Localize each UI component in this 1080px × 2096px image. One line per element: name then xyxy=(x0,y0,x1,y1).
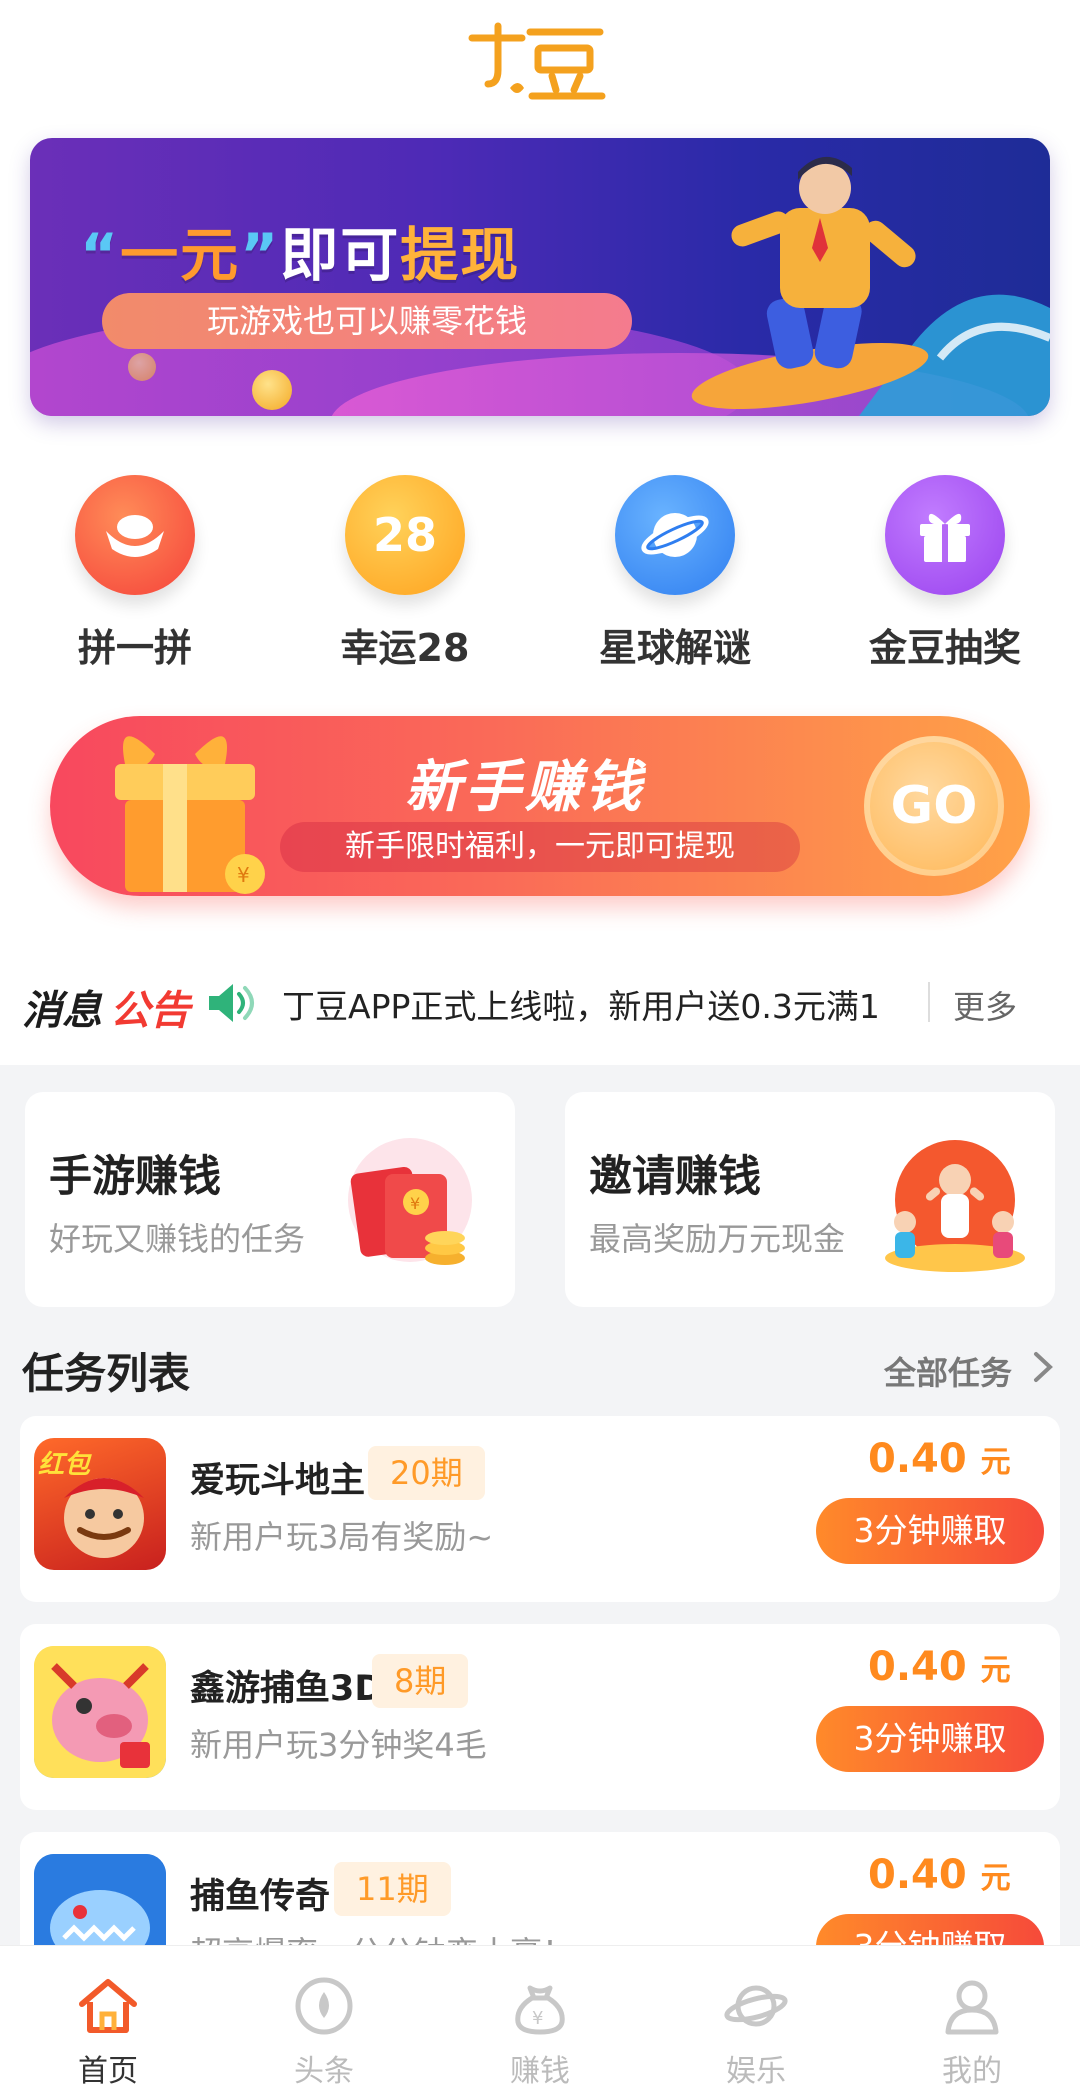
speaker-icon xyxy=(209,984,254,1022)
tab-label: 娱乐 xyxy=(726,2054,786,2089)
task-reward-amount: 0.40 xyxy=(868,1852,967,1898)
banner-subtitle: 玩游戏也可以赚零花钱 xyxy=(102,293,632,349)
earn-button[interactable]: 3分钟赚取 xyxy=(816,1498,1044,1564)
task-description: 新用户玩3局有奖励~ xyxy=(190,1518,494,1556)
tab-label: 赚钱 xyxy=(510,2054,570,2089)
feature-title: 手游赚钱 xyxy=(49,1152,221,1202)
task-reward-unit: 元 xyxy=(980,1445,1011,1480)
red-envelope-coins-icon: ¥ xyxy=(348,1138,472,1265)
task-name: 捕鱼传奇 xyxy=(190,1877,331,1917)
feature-title: 邀请赚钱 xyxy=(589,1152,761,1202)
banner-title: “一元”即可提现 xyxy=(80,208,520,292)
notice-label-part2: 公告 xyxy=(110,988,190,1034)
lucky28-badge: 28 xyxy=(372,508,437,562)
gift-box-icon: ¥ xyxy=(115,736,265,894)
go-button[interactable]: GO xyxy=(864,736,1004,876)
svg-text:¥: ¥ xyxy=(410,1194,420,1213)
chevron-right-icon[interactable] xyxy=(1032,1350,1054,1384)
svg-text:¥: ¥ xyxy=(237,863,250,887)
headline-icon xyxy=(295,1977,353,2035)
entry-label: 拼一拼 xyxy=(77,626,192,670)
user-icon xyxy=(945,1980,999,2035)
quick-entries: 拼一拼 28 幸运28 星球解谜 金豆抽奖 xyxy=(0,475,1080,685)
feature-card-invite-earn[interactable]: 邀请赚钱 最高奖励万元现金 xyxy=(565,1092,1055,1307)
task-reward: 0.40 元 xyxy=(868,1852,1011,1898)
ingot-icon xyxy=(75,475,195,595)
entry-label: 星球解谜 xyxy=(598,626,751,670)
tab-earn[interactable]: ¥ 赚钱 xyxy=(432,1946,648,2096)
task-reward: 0.40 元 xyxy=(868,1436,1011,1482)
all-tasks-link[interactable]: 全部任务 xyxy=(884,1348,1012,1394)
planet-icon xyxy=(615,475,735,595)
task-item[interactable]: 红包 爱玩斗地主 20期 新用户玩3局有奖励~ 0.40 元 3分钟赚取 xyxy=(20,1416,1060,1602)
coin-icon xyxy=(252,370,292,410)
feature-subtitle: 好玩又赚钱的任务 xyxy=(49,1220,306,1258)
thumb-label: 红包 xyxy=(38,1450,91,1480)
promo-banner[interactable]: “一元”即可提现 玩游戏也可以赚零花钱 xyxy=(30,138,1050,416)
task-reward-unit: 元 xyxy=(980,1653,1011,1688)
entry-gold-lottery[interactable]: 金豆抽奖 xyxy=(835,475,1055,672)
feature-subtitle: 最高奖励万元现金 xyxy=(589,1220,846,1258)
notice-text: 丁豆APP正式上线啦，新用户送0.3元满1 xyxy=(282,987,880,1026)
notice-more-link[interactable]: 更多 xyxy=(953,982,1017,1028)
notice-bar[interactable]: 消息 公告 丁豆APP正式上线啦，新用户送0.3元满1 更多 xyxy=(0,950,1080,1050)
banner-title-quote: ” xyxy=(240,221,281,289)
bottom-tab-bar: 首页 头条 ¥ 赚钱 娱乐 我的 xyxy=(0,1945,1080,2096)
tab-mine[interactable]: 我的 xyxy=(864,1946,1080,2096)
coin-icon xyxy=(128,353,156,381)
surfer-illustration xyxy=(691,156,1050,416)
app-logo xyxy=(468,10,612,110)
tab-home[interactable]: 首页 xyxy=(0,1946,216,2096)
newbie-subtitle: 新手限时福利，一元即可提现 xyxy=(280,822,800,872)
number-28-icon: 28 xyxy=(345,475,465,595)
notice-label-part1: 消息 xyxy=(22,988,102,1034)
task-reward: 0.40 元 xyxy=(868,1644,1011,1690)
task-period-badge: 11期 xyxy=(334,1862,451,1916)
svg-text:¥: ¥ xyxy=(532,2008,543,2029)
task-reward-amount: 0.40 xyxy=(868,1644,967,1690)
task-name: 鑫游捕鱼3D xyxy=(190,1669,384,1709)
entry-label: 金豆抽奖 xyxy=(868,626,1021,670)
game-thumbnail: 红包 xyxy=(34,1438,166,1570)
tab-headline[interactable]: 头条 xyxy=(216,1946,432,2096)
tab-entertainment[interactable]: 娱乐 xyxy=(648,1946,864,2096)
tab-label: 头条 xyxy=(294,2054,354,2089)
banner-title-middle: 即可 xyxy=(280,221,401,289)
task-reward-amount: 0.40 xyxy=(868,1436,967,1482)
tab-label: 首页 xyxy=(78,2054,138,2089)
entry-planet-puzzle[interactable]: 星球解谜 xyxy=(565,475,785,672)
task-list-title: 任务列表 xyxy=(22,1349,191,1398)
newbie-earn-banner[interactable]: ¥ 新手赚钱 新手限时福利，一元即可提现 GO xyxy=(50,716,1030,896)
earn-button[interactable]: 3分钟赚取 xyxy=(816,1706,1044,1772)
entry-label: 幸运28 xyxy=(340,626,470,670)
notice-divider xyxy=(928,982,930,1022)
banner-title-highlight: 提现 xyxy=(400,221,521,289)
gift-icon xyxy=(885,475,1005,595)
task-period-badge: 20期 xyxy=(368,1446,485,1500)
entry-lucky28[interactable]: 28 幸运28 xyxy=(295,475,515,672)
planet-icon xyxy=(724,1985,788,2027)
feature-card-game-earn[interactable]: 手游赚钱 好玩又赚钱的任务 ¥ xyxy=(25,1092,515,1307)
banner-title-quote: “ xyxy=(80,221,121,289)
family-celebration-icon xyxy=(885,1140,1025,1272)
task-period-badge: 8期 xyxy=(372,1654,469,1708)
home-icon xyxy=(79,1979,137,2033)
tab-label: 我的 xyxy=(942,2054,1002,2089)
task-name: 爱玩斗地主 xyxy=(190,1461,366,1501)
task-item[interactable]: 鑫游捕鱼3D 8期 新用户玩3分钟奖4毛 0.40 元 3分钟赚取 xyxy=(20,1624,1060,1810)
task-reward-unit: 元 xyxy=(980,1861,1011,1896)
banner-title-main: 一元 xyxy=(120,221,241,289)
task-description: 新用户玩3分钟奖4毛 xyxy=(190,1726,487,1764)
money-bag-icon: ¥ xyxy=(515,1985,565,2035)
newbie-title: 新手赚钱 xyxy=(405,755,645,820)
entry-pinyipin[interactable]: 拼一拼 xyxy=(25,475,245,672)
game-thumbnail xyxy=(34,1646,166,1778)
